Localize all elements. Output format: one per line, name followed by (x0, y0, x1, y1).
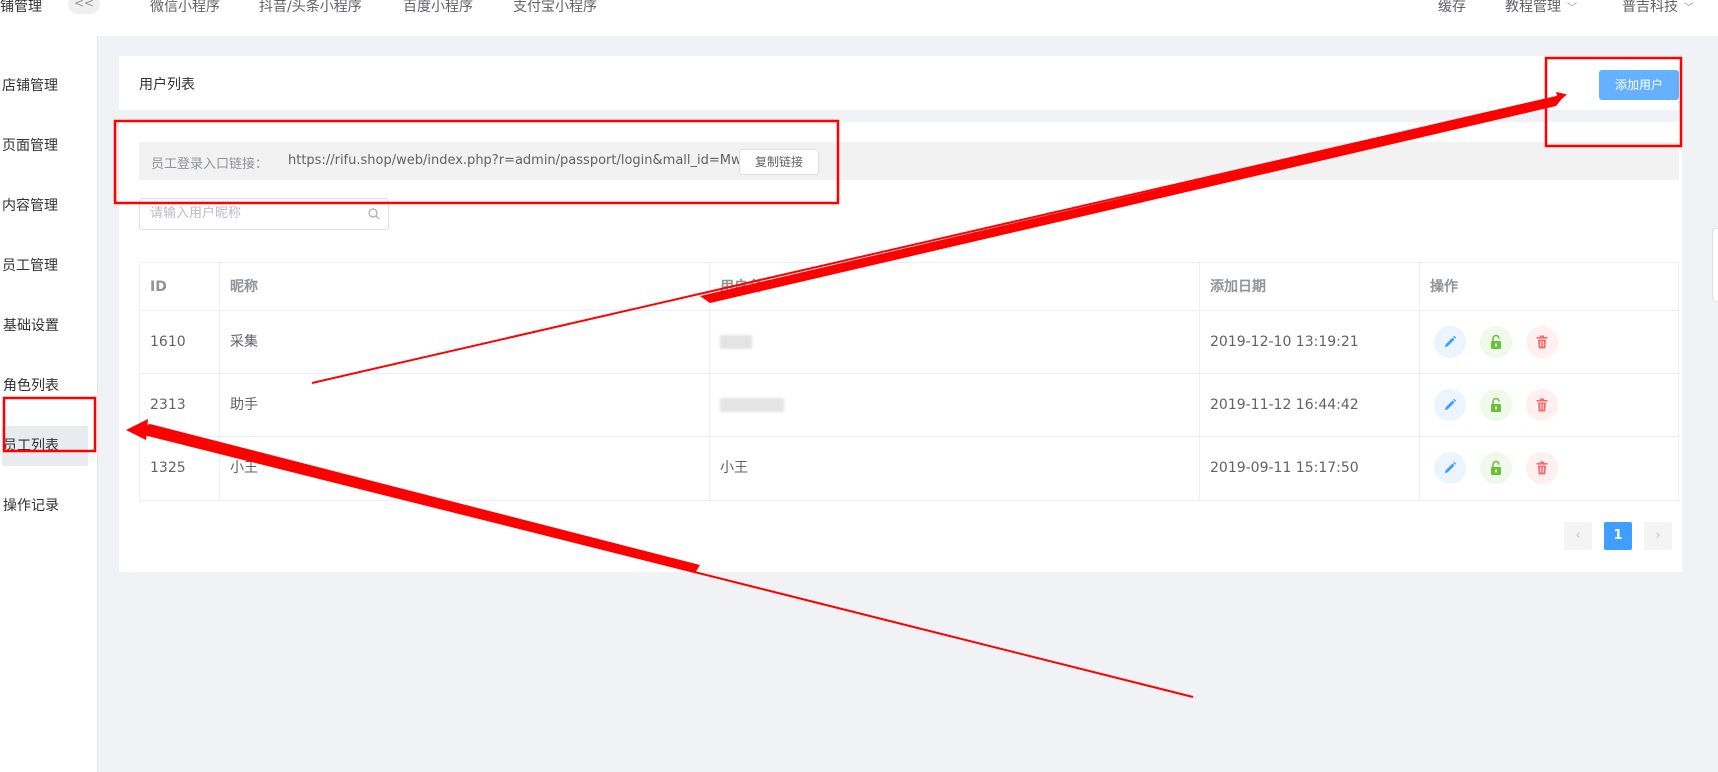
pencil-icon (1445, 461, 1457, 473)
trash-icon (1536, 461, 1548, 475)
cell-id: 1610 (140, 311, 220, 373)
nav-wechat-miniprogram[interactable]: 微信小程序 (150, 0, 220, 16)
page-title: 用户列表 (139, 77, 195, 93)
sidebar-item-staff-management[interactable]: 员工管理 (0, 246, 96, 286)
sidebar-item-role-list[interactable]: 角色列表 (0, 366, 96, 406)
sidebar-item-label: 员工管理 (2, 258, 58, 274)
cell-actions (1420, 374, 1678, 436)
sidebar-item-pages[interactable]: 页面管理 (0, 126, 96, 166)
nav-alipay-miniprogram[interactable]: 支付宝小程序 (513, 0, 597, 16)
pencil-icon (1445, 335, 1457, 347)
search-icon[interactable] (368, 208, 380, 220)
sidebar-item-label: 基础设置 (3, 318, 59, 334)
sidebar-item-store[interactable]: 店铺管理 (0, 66, 96, 106)
search-box (139, 198, 389, 230)
login-link-label: 员工登录入口链接： (151, 157, 269, 172)
delete-button[interactable] (1526, 389, 1558, 421)
tutorial-menu[interactable]: 教程管理 ﹀ (1505, 0, 1577, 16)
collapse-sidebar-button[interactable]: << (68, 0, 100, 14)
sidebar-item-label: 员工列表 (3, 438, 59, 454)
company-name: 普吉科技 (1622, 0, 1678, 15)
cell-nickname: 采集 (220, 311, 710, 373)
cache-link[interactable]: 缓存 (1438, 0, 1466, 16)
sidebar: 店铺管理 页面管理 内容管理 员工管理 基础设置 角色列表 员工列表 操作记录 (0, 36, 98, 772)
cell-actions (1420, 437, 1678, 500)
unlock-button[interactable] (1480, 452, 1512, 484)
unlock-icon (1491, 460, 1501, 475)
brand-title: 店铺管理 (0, 0, 42, 15)
login-link-bar: 员工登录入口链接： https://rifu.shop/web/index.ph… (139, 142, 1679, 180)
cell-username: 小王 (710, 437, 1200, 500)
sidebar-item-label: 店铺管理 (2, 78, 58, 94)
cell-nickname: 小王 (220, 437, 710, 500)
delete-button[interactable] (1526, 326, 1558, 358)
login-link-url: https://rifu.shop/web/index.php?r=admin/… (288, 153, 764, 168)
column-header-username: 用户名 (710, 263, 1200, 310)
delete-button[interactable] (1526, 452, 1558, 484)
add-user-button[interactable]: 添加用户 (1599, 70, 1679, 100)
table-header-row: ID 昵称 用户名 添加日期 操作 (140, 263, 1678, 311)
trash-icon (1536, 335, 1548, 349)
side-scroll-handle[interactable] (1712, 228, 1718, 302)
chevron-down-icon: ﹀ (1684, 3, 1694, 14)
tutorial-menu-label: 教程管理 (1505, 0, 1561, 15)
account-menu[interactable]: 普吉科技 ﹀ (1622, 0, 1694, 16)
nav-baidu-miniprogram[interactable]: 百度小程序 (403, 0, 473, 16)
nav-douyin-miniprogram[interactable]: 抖音/头条小程序 (259, 0, 362, 16)
cell-actions (1420, 311, 1678, 373)
main-content-card: 员工登录入口链接： https://rifu.shop/web/index.ph… (119, 122, 1682, 572)
unlock-button[interactable] (1480, 326, 1512, 358)
unlock-button[interactable] (1480, 389, 1512, 421)
sidebar-item-staff-list[interactable]: 员工列表 (2, 426, 88, 466)
top-navbar: 店铺管理 << 微信小程序 抖音/头条小程序 百度小程序 支付宝小程序 缓存 教… (0, 0, 1718, 36)
cell-id: 1325 (140, 437, 220, 500)
column-header-actions: 操作 (1430, 279, 1458, 295)
column-header-id: ID (140, 263, 220, 310)
copy-link-button[interactable]: 复制链接 (739, 149, 819, 175)
cell-date: 2019-11-12 16:44:42 (1200, 374, 1420, 436)
unlock-icon (1491, 397, 1501, 412)
cell-date: 2019-09-11 15:17:50 (1200, 437, 1420, 500)
sidebar-item-label: 页面管理 (2, 138, 58, 154)
edit-button[interactable] (1434, 389, 1466, 421)
sidebar-item-content[interactable]: 内容管理 (0, 186, 96, 226)
chevron-down-icon: ﹀ (1567, 3, 1577, 14)
unlock-icon (1491, 334, 1501, 349)
column-header-date: 添加日期 (1200, 263, 1420, 310)
sidebar-item-operation-log[interactable]: 操作记录 (0, 486, 96, 526)
edit-button[interactable] (1434, 452, 1466, 484)
cell-nickname: 助手 (220, 374, 710, 436)
pencil-icon (1445, 398, 1457, 410)
sidebar-item-label: 角色列表 (3, 378, 59, 394)
table-row: 1610 采集 2019-12-10 13:19:21 (140, 311, 1678, 374)
prev-page-button[interactable]: ‹ (1564, 522, 1592, 550)
table-row: 2313 助手 2019-11-12 16:44:42 (140, 374, 1678, 437)
sidebar-item-basic-settings[interactable]: 基础设置 (0, 306, 96, 346)
cell-username (710, 311, 1200, 373)
page-header-card: 用户列表 添加用户 (119, 56, 1682, 110)
redacted-username (720, 398, 784, 412)
redacted-username (720, 335, 752, 349)
edit-button[interactable] (1434, 326, 1466, 358)
sidebar-item-label: 内容管理 (2, 198, 58, 214)
cell-id: 2313 (140, 374, 220, 436)
cell-username (710, 374, 1200, 436)
search-input[interactable] (150, 206, 350, 221)
sidebar-item-label: 操作记录 (3, 498, 59, 514)
column-header-nickname: 昵称 (220, 263, 710, 310)
table-row: 1325 小王 小王 2019-09-11 15:17:50 (140, 437, 1678, 500)
cell-date: 2019-12-10 13:19:21 (1200, 311, 1420, 373)
trash-icon (1536, 398, 1548, 412)
page-number-button[interactable]: 1 (1604, 522, 1632, 550)
user-table: ID 昵称 用户名 添加日期 操作 1610 采集 2019-12-10 13:… (139, 262, 1679, 501)
next-page-button[interactable]: › (1644, 522, 1672, 550)
